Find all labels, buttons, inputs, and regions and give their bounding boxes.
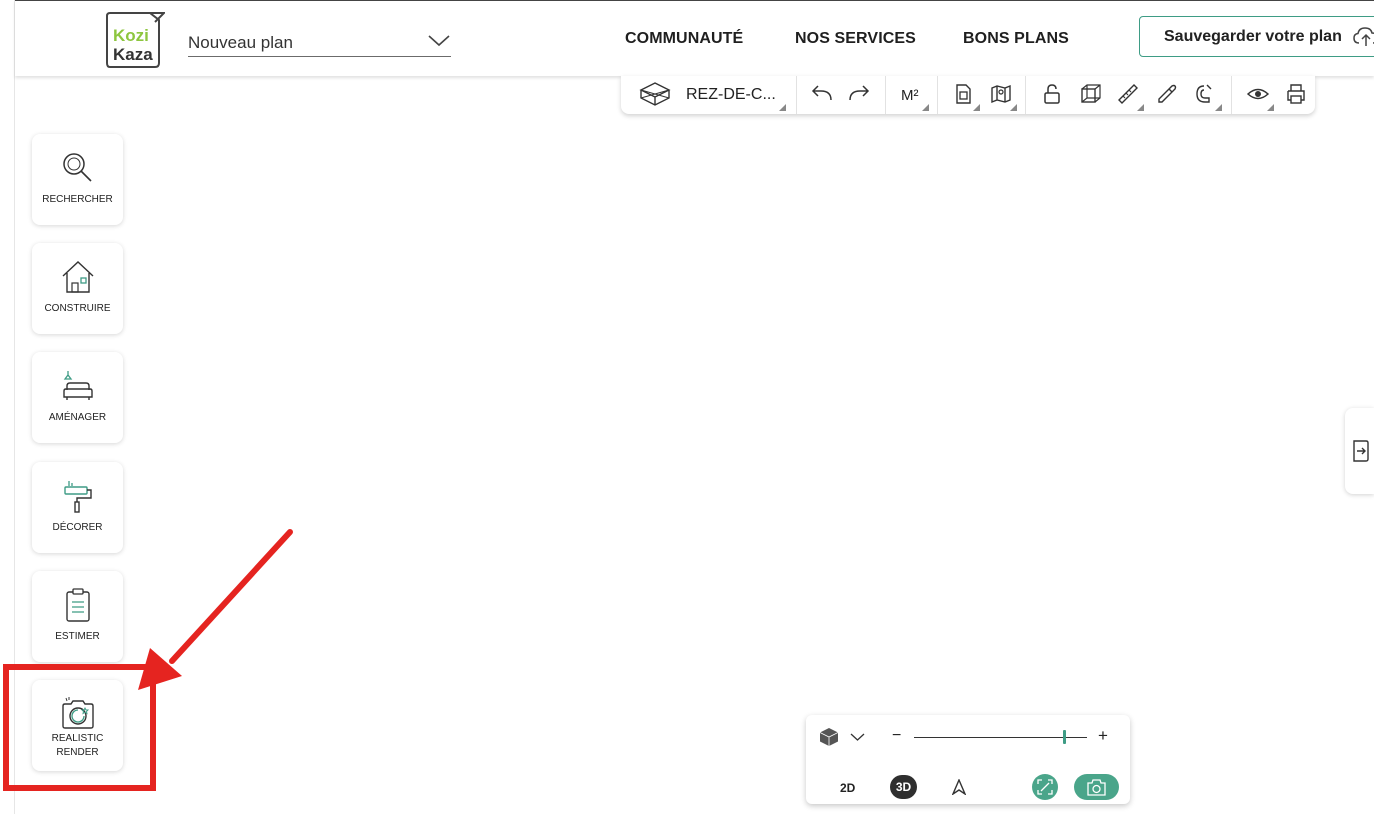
expand-panel-icon	[1353, 440, 1369, 462]
plan-toolbar: REZ-DE-C... M²	[621, 76, 1315, 114]
screenshot-camera-button[interactable]	[1074, 774, 1119, 800]
document-dropdown-indicator	[973, 104, 980, 111]
annotation-highlight-box	[3, 664, 156, 791]
map-dropdown-indicator	[1010, 104, 1017, 111]
sidebar-item-decorer[interactable]: DÉCORER	[32, 462, 123, 553]
lock-icon[interactable]	[1039, 81, 1065, 107]
svg-text:Kozi: Kozi	[113, 26, 149, 45]
chevron-down-icon[interactable]	[850, 731, 865, 743]
save-plan-button[interactable]: Sauvegarder votre plan	[1139, 16, 1374, 57]
search-icon	[63, 153, 92, 182]
sidebar-item-label: ESTIMER	[55, 631, 100, 642]
magnet-icon[interactable]	[1191, 81, 1217, 107]
top-header: Kozi Kaza Nouveau plan COMMUNAUTÉ NOS SE…	[15, 0, 1374, 76]
nav-communaute[interactable]: COMMUNAUTÉ	[625, 30, 743, 48]
redo-icon[interactable]	[846, 81, 872, 107]
wireframe-cube-icon[interactable]	[1078, 81, 1104, 107]
toolbar-divider	[1025, 76, 1026, 114]
annotation-arrow	[138, 529, 293, 690]
nav-bons-plans[interactable]: BONS PLANS	[963, 30, 1069, 48]
save-plan-label: Sauvegarder votre plan	[1164, 27, 1342, 45]
zoom-out-button[interactable]: −	[892, 727, 901, 745]
plan-name-value: Nouveau plan	[188, 32, 293, 52]
sidebar-item-label: AMÉNAGER	[48, 412, 107, 423]
camera-icon	[1087, 779, 1106, 796]
plan-name-select[interactable]: Nouveau plan	[188, 25, 451, 57]
floor-dropdown-indicator	[779, 104, 786, 111]
sidebar-item-construire[interactable]: CONSTRUIRE	[32, 243, 123, 334]
eye-dropdown-indicator	[1267, 104, 1274, 111]
view-control-panel: − + 2D 3D	[806, 715, 1130, 804]
kozikaza-logo[interactable]: Kozi Kaza	[103, 10, 165, 70]
sidebar-item-label: DÉCORER	[52, 522, 103, 533]
cloud-upload-icon	[1353, 27, 1374, 46]
sofa-lamp-icon	[63, 371, 93, 400]
sidebar-item-amenager[interactable]: AMÉNAGER	[32, 352, 123, 443]
toolbar-divider	[885, 76, 886, 114]
fullscreen-button[interactable]	[1032, 774, 1058, 800]
nav-nos-services[interactable]: NOS SERVICES	[795, 30, 916, 48]
sidebar-item-label: RECHERCHER	[42, 194, 113, 205]
undo-icon[interactable]	[809, 81, 835, 107]
units-toggle[interactable]: M²	[901, 87, 919, 104]
house-icon	[62, 261, 94, 293]
sidebar-item-label: CONSTRUIRE	[44, 303, 111, 314]
side-panel-toggle[interactable]	[1345, 408, 1374, 494]
ruler-dropdown-indicator	[1137, 104, 1144, 111]
toolbar-divider	[796, 76, 797, 114]
zoom-in-button[interactable]: +	[1098, 726, 1108, 746]
zoom-slider-handle[interactable]	[1063, 730, 1066, 744]
toolbar-divider	[1231, 76, 1232, 114]
toolbar-divider	[937, 76, 938, 114]
mode-3d-button[interactable]: 3D	[890, 775, 917, 799]
mode-2d-button[interactable]: 2D	[840, 781, 855, 795]
floor-selector[interactable]: REZ-DE-C...	[686, 86, 776, 104]
paint-roller-icon	[64, 481, 92, 513]
fullscreen-icon	[1037, 779, 1053, 795]
sidebar-item-estimer[interactable]: ESTIMER	[32, 571, 123, 662]
chevron-down-icon	[428, 34, 450, 46]
3d-box-icon[interactable]	[639, 81, 671, 107]
cube-view-icon[interactable]	[819, 727, 839, 747]
navigation-arrow-icon[interactable]	[952, 779, 966, 795]
eyedropper-icon[interactable]	[1154, 81, 1180, 107]
units-dropdown-indicator	[922, 104, 929, 111]
zoom-slider-track[interactable]	[914, 737, 1087, 738]
sidebar-item-rechercher[interactable]: RECHERCHER	[32, 134, 123, 225]
print-icon[interactable]	[1283, 81, 1309, 107]
magnet-dropdown-indicator	[1215, 104, 1222, 111]
clipboard-icon	[66, 588, 90, 622]
svg-text:Kaza: Kaza	[113, 45, 153, 64]
